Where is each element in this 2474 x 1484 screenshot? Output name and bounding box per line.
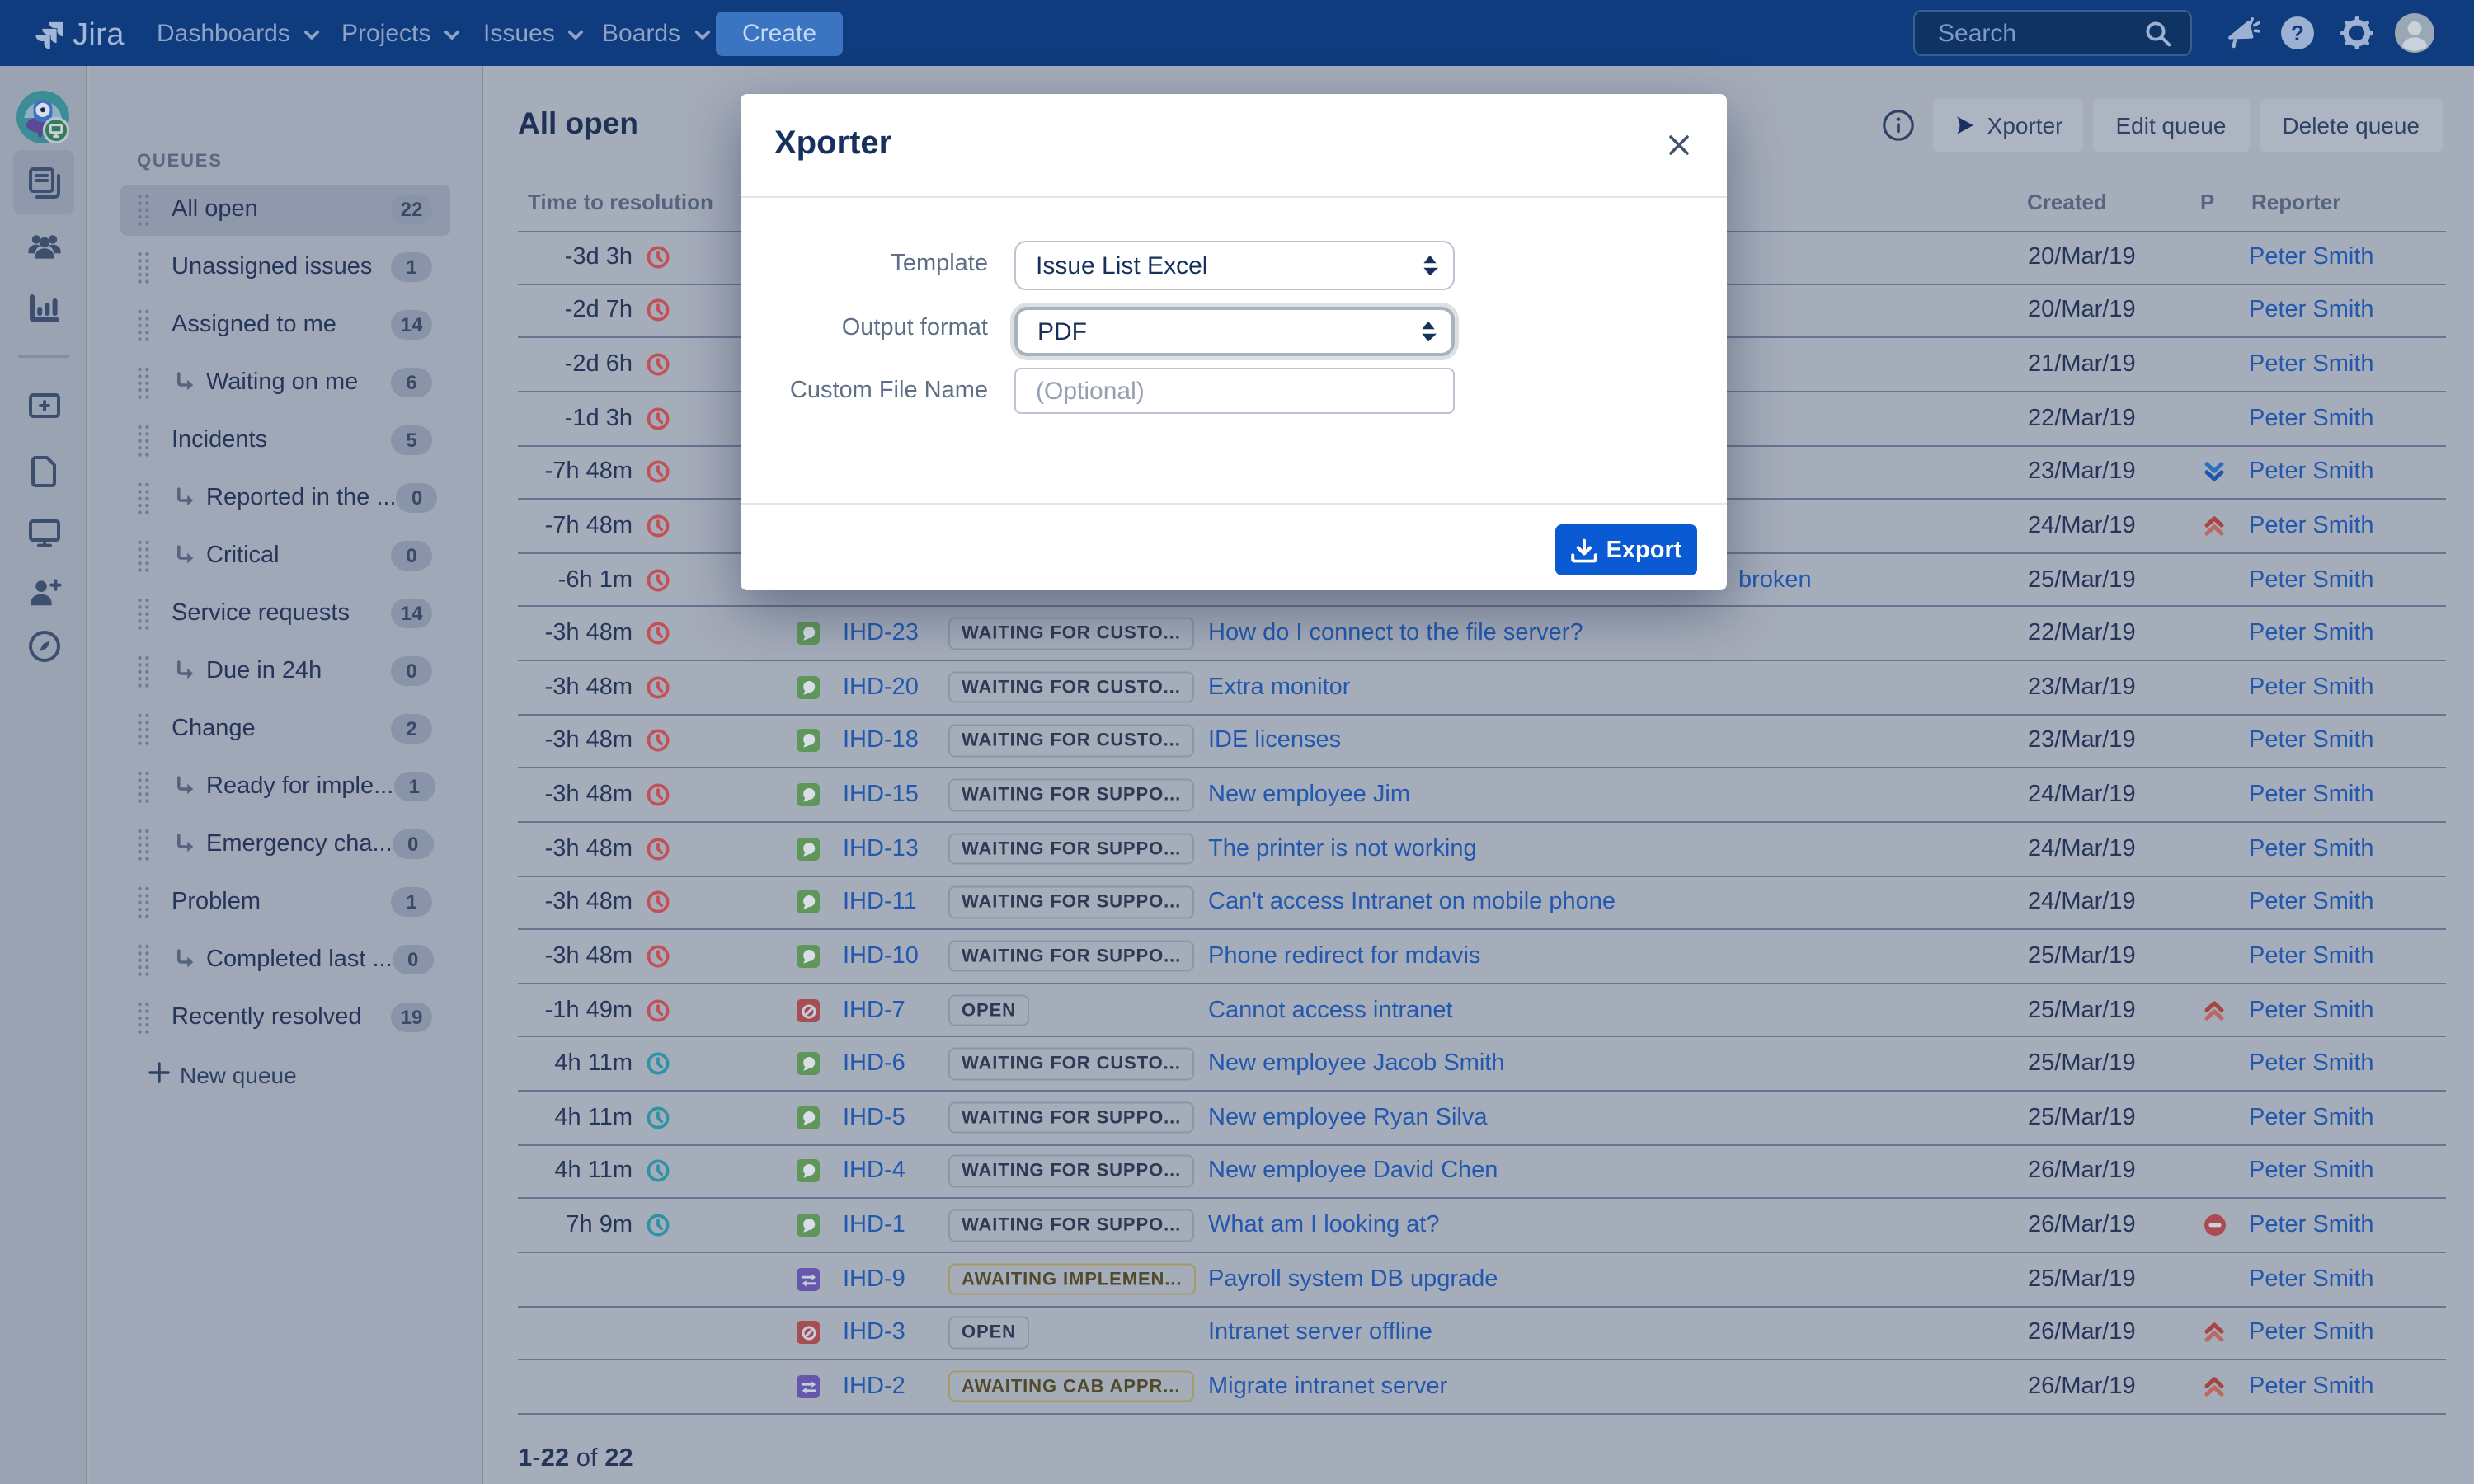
svg-text:?: ? bbox=[2291, 21, 2304, 45]
